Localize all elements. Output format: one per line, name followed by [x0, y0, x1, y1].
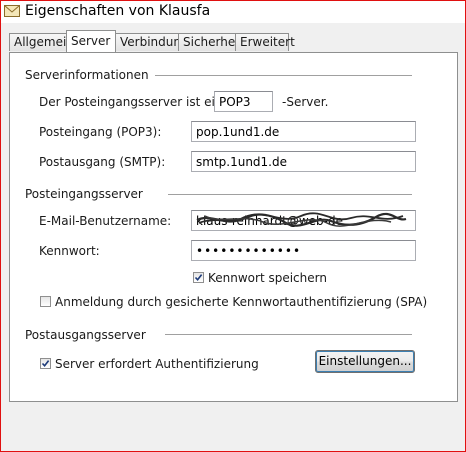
- outgoing-server-divider: [165, 334, 412, 335]
- incoming-server-divider: [168, 194, 412, 195]
- password-label: Kennwort:: [39, 244, 100, 258]
- checkmark-icon: [194, 274, 203, 282]
- username-label: E-Mail-Benutzername:: [39, 214, 172, 228]
- properties-window: Eigenschaften von Klausfa Allgemein Serv…: [0, 0, 466, 452]
- auth-required-label[interactable]: Server erfordert Authentifizierung: [55, 357, 259, 371]
- incoming-type-field[interactable]: [214, 91, 273, 112]
- tab-server[interactable]: Server: [66, 30, 116, 52]
- incoming-type-prefix: Der Posteingangsserver ist ein: [39, 95, 223, 109]
- username-input[interactable]: [191, 210, 416, 231]
- outgoing-server-group-title: Postausgangsserver: [25, 328, 146, 342]
- envelope-icon: [4, 4, 20, 18]
- incoming-server-group-title: Posteingangsserver: [25, 187, 143, 201]
- server-info-group-title: Serverinformationen: [25, 68, 149, 82]
- checkmark-icon: [41, 360, 50, 368]
- username-field-wrapper: [191, 210, 416, 231]
- remember-password-checkbox[interactable]: [193, 272, 204, 283]
- tab-verbindung[interactable]: Verbindung: [115, 33, 189, 51]
- settings-button[interactable]: Einstellungen...: [315, 350, 415, 373]
- remember-password-label[interactable]: Kennwort speichern: [208, 271, 327, 285]
- tab-erweitert[interactable]: Erweitert: [235, 33, 295, 51]
- tab-sicherheit[interactable]: Sicherheit: [178, 33, 243, 51]
- outgoing-server-label: Postausgang (SMTP):: [39, 155, 166, 169]
- server-tab-panel: Serverinformationen Der Posteingangsserv…: [9, 52, 458, 402]
- window-title: Eigenschaften von Klausfa: [25, 3, 211, 19]
- outgoing-server-input[interactable]: [191, 151, 416, 172]
- tab-allgemein[interactable]: Allgemein: [9, 33, 74, 51]
- server-info-divider: [155, 75, 412, 76]
- auth-required-checkbox[interactable]: [40, 358, 51, 369]
- incoming-server-input[interactable]: [191, 121, 416, 142]
- spa-checkbox[interactable]: [40, 296, 51, 307]
- incoming-type-suffix: -Server.: [282, 95, 329, 109]
- password-input[interactable]: [191, 240, 416, 261]
- title-bar[interactable]: Eigenschaften von Klausfa: [1, 1, 465, 23]
- spa-label[interactable]: Anmeldung durch gesicherte Kennwortauthe…: [55, 295, 427, 309]
- incoming-server-label: Posteingang (POP3):: [39, 125, 162, 139]
